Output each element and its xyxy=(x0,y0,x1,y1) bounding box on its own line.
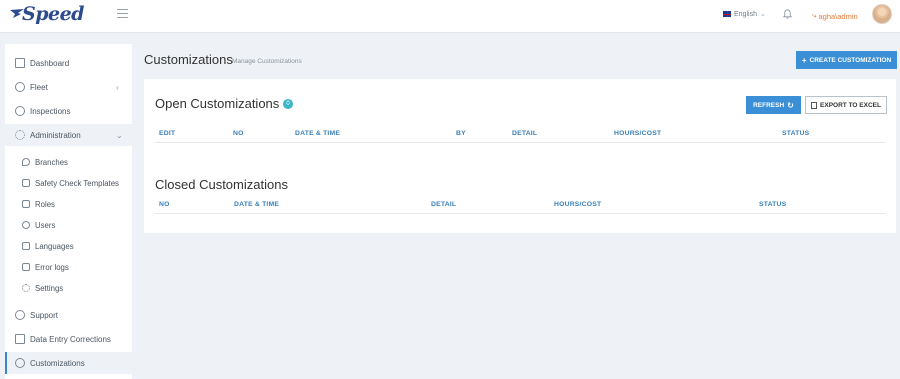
sidebar-subitem-label: Error logs xyxy=(35,262,69,272)
username: agha\admin xyxy=(818,11,858,21)
sidebar-item-data-entry-corrections[interactable]: Data Entry Corrections xyxy=(5,328,132,350)
open-customizations-title: Open Customizations xyxy=(155,96,280,111)
sidebar-subitem-branches[interactable]: Branches xyxy=(5,152,132,172)
sidebar: Dashboard Fleet ‹ Inspections Administra… xyxy=(5,44,132,379)
map-pin-icon xyxy=(22,158,30,166)
lifebuoy-icon xyxy=(15,310,25,320)
plus-icon: + xyxy=(801,55,807,65)
file-icon xyxy=(22,263,30,271)
chevron-left-icon: ‹ xyxy=(116,82,119,92)
sidebar-subitem-languages[interactable]: Languages xyxy=(5,236,132,256)
excel-file-icon xyxy=(811,101,818,109)
sidebar-item-label: Dashboard xyxy=(30,58,70,68)
bell-icon[interactable] xyxy=(783,9,792,19)
sidebar-subitem-label: Languages xyxy=(35,241,74,251)
column-header-status[interactable]: STATUS xyxy=(759,201,786,208)
page-title: Customizations xyxy=(144,52,233,67)
page-subtitle: Manage Customizations xyxy=(232,58,302,65)
column-header-date-time[interactable]: DATE & TIME xyxy=(234,201,279,208)
edit-icon xyxy=(15,334,25,344)
create-button-label: CREATE CUSTOMIZATION xyxy=(809,56,892,64)
table-divider xyxy=(155,213,886,214)
sidebar-subitem-safety-check-templates[interactable]: Safety Check Templates xyxy=(5,173,132,193)
refresh-icon: ↻ xyxy=(787,100,794,110)
column-header-detail[interactable]: DETAIL xyxy=(512,130,537,137)
uk-flag-icon xyxy=(723,11,731,17)
document-icon xyxy=(22,200,30,208)
open-count-badge: 0 xyxy=(283,99,293,109)
sidebar-item-label: Administration xyxy=(30,130,81,140)
sidebar-subitem-label: Users xyxy=(35,220,56,230)
sidebar-subitem-roles[interactable]: Roles xyxy=(5,194,132,214)
sidebar-item-fleet[interactable]: Fleet ‹ xyxy=(5,76,132,98)
sidebar-item-label: Support xyxy=(30,310,59,320)
column-header-hours-cost[interactable]: HOURS/COST xyxy=(554,201,601,208)
logo-text: Speed xyxy=(22,3,84,25)
top-bar: Speed English ⌄ ⤷ agha\admin xyxy=(0,0,900,33)
gauge-icon xyxy=(15,82,25,92)
mail-icon xyxy=(22,179,30,187)
sidebar-item-label: Inspections xyxy=(30,106,71,116)
export-button-label: EXPORT TO EXCEL xyxy=(820,101,881,109)
sidebar-item-inspections[interactable]: Inspections xyxy=(5,100,132,122)
refresh-button-label: REFRESH xyxy=(753,101,785,109)
gear-icon xyxy=(15,130,25,140)
user-menu[interactable]: ⤷ agha\admin xyxy=(812,11,858,21)
sidebar-item-customizations[interactable]: Customizations xyxy=(5,352,132,374)
language-label: English xyxy=(734,10,757,18)
sidebar-item-label: Data Entry Corrections xyxy=(30,334,111,344)
app-logo[interactable]: Speed xyxy=(10,2,84,26)
menu-toggle-icon[interactable] xyxy=(117,9,128,18)
sidebar-item-dashboard[interactable]: Dashboard xyxy=(5,52,132,74)
sidebar-subitem-label: Branches xyxy=(35,157,68,167)
column-header-status[interactable]: STATUS xyxy=(782,130,809,137)
column-header-no[interactable]: NO xyxy=(233,130,244,137)
sidebar-subitem-users[interactable]: Users xyxy=(5,215,132,235)
sidebar-subitem-error-logs[interactable]: Error logs xyxy=(5,257,132,277)
table-divider xyxy=(155,142,886,143)
avatar[interactable] xyxy=(872,4,892,24)
sidebar-subitem-label: Settings xyxy=(35,283,64,293)
sidebar-subitem-label: Safety Check Templates xyxy=(35,178,119,188)
gear-icon xyxy=(22,284,30,292)
column-header-no[interactable]: NO xyxy=(159,201,170,208)
chevron-down-icon: ⌄ xyxy=(116,130,123,140)
chevron-down-icon: ⌄ xyxy=(759,11,766,18)
sidebar-item-label: Customizations xyxy=(30,358,85,368)
export-to-excel-button[interactable]: EXPORT TO EXCEL xyxy=(805,96,887,114)
users-icon xyxy=(22,221,30,229)
closed-customizations-title: Closed Customizations xyxy=(155,177,288,192)
sidebar-item-label: Fleet xyxy=(30,82,48,92)
column-header-edit[interactable]: EDIT xyxy=(159,130,175,137)
column-header-hours-cost[interactable]: HOURS/COST xyxy=(614,130,661,137)
column-header-by[interactable]: BY xyxy=(456,130,466,137)
create-customization-button[interactable]: + CREATE CUSTOMIZATION xyxy=(796,51,897,69)
language-selector[interactable]: English ⌄ xyxy=(723,10,766,18)
check-circle-icon xyxy=(15,106,25,116)
sidebar-item-administration[interactable]: Administration ⌄ xyxy=(5,124,132,146)
flag-icon xyxy=(22,242,30,250)
sidebar-subitem-settings[interactable]: Settings xyxy=(5,278,132,298)
sidebar-subitem-label: Roles xyxy=(35,199,55,209)
refresh-button[interactable]: REFRESH ↻ xyxy=(746,96,801,114)
column-header-date-time[interactable]: DATE & TIME xyxy=(295,130,340,137)
plus-circle-icon xyxy=(15,358,25,368)
column-header-detail[interactable]: DETAIL xyxy=(431,201,456,208)
user-icon: ⤷ xyxy=(812,11,817,20)
sidebar-item-support[interactable]: Support xyxy=(5,304,132,326)
home-icon xyxy=(15,58,25,68)
